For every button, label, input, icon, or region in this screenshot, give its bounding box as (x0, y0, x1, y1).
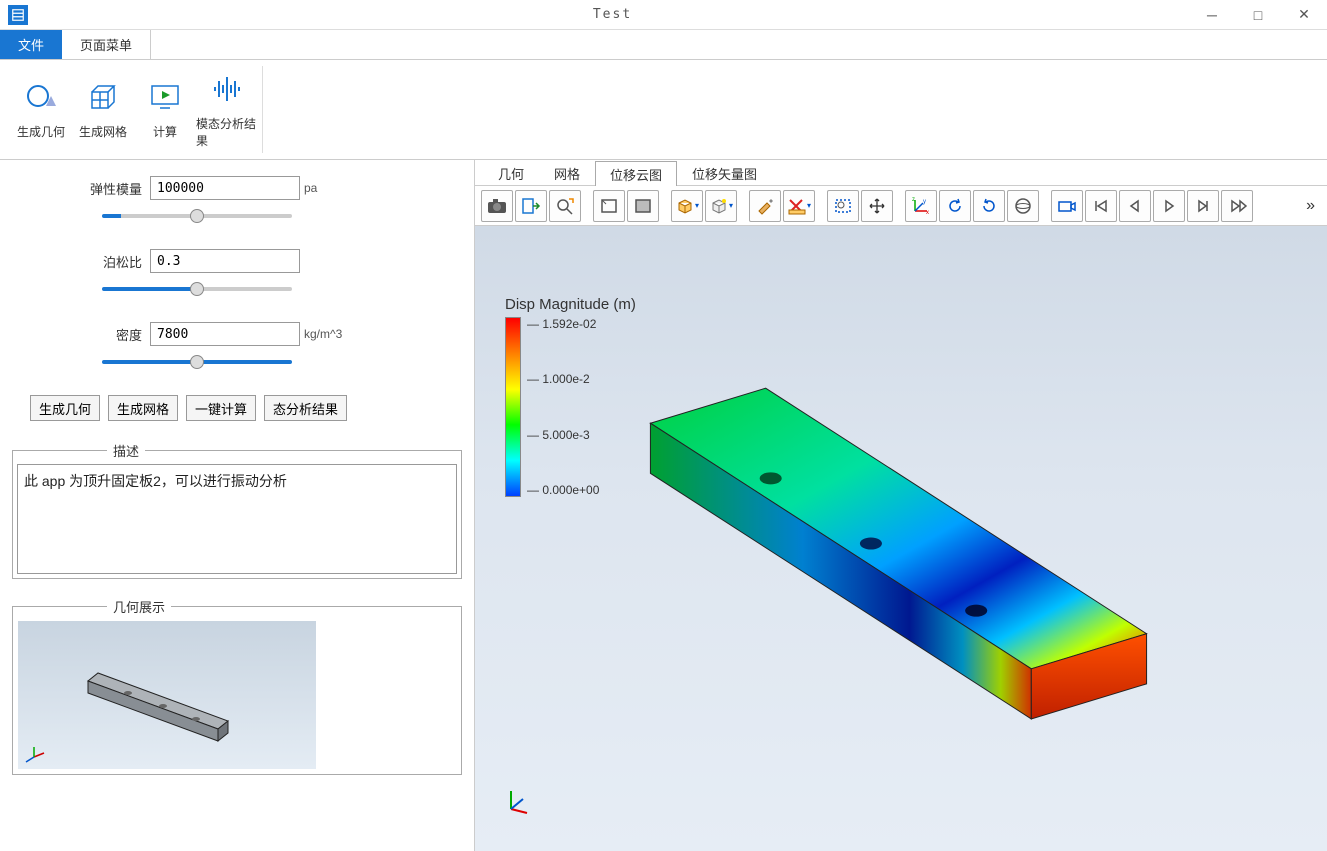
slider-elastic-modulus (10, 206, 464, 221)
tab-disp-vector[interactable]: 位移矢量图 (677, 160, 772, 185)
left-panel: 弹性模量 pa 泊松比 密度 kg/m^3 生成几何 生成网格 一键计算 态分析 (0, 160, 475, 851)
param-row-poisson: 泊松比 (10, 249, 464, 273)
ribbon-label: 计算 (153, 123, 177, 140)
ribbon-label: 生成网格 (79, 123, 127, 140)
maximize-button[interactable]: □ (1235, 0, 1281, 30)
modal-button[interactable]: 态分析结果 (264, 395, 347, 421)
play-icon[interactable] (1153, 190, 1185, 222)
slider-density (10, 352, 464, 367)
next-frame-icon[interactable] (1187, 190, 1219, 222)
param-label: 弹性模量 (90, 179, 150, 198)
tab-disp-contour[interactable]: 位移云图 (595, 161, 677, 186)
first-frame-icon[interactable] (1085, 190, 1117, 222)
export-icon[interactable] (515, 190, 547, 222)
elastic-modulus-slider[interactable] (102, 214, 292, 218)
gen-mesh-button[interactable]: 生成网格 (108, 395, 178, 421)
sphere-icon[interactable] (1007, 190, 1039, 222)
select-box-icon[interactable] (593, 190, 625, 222)
sphere-triangle-icon (24, 79, 58, 115)
compute-button[interactable]: 一键计算 (186, 395, 256, 421)
ribbon-divider (262, 66, 263, 153)
ribbon-compute[interactable]: 计算 (134, 66, 196, 153)
clean-brush-icon[interactable] (749, 190, 781, 222)
gen-geom-button[interactable]: 生成几何 (30, 395, 100, 421)
window-title: Test (36, 7, 1189, 22)
description-fieldset: 描述 此 app 为顶升固定板2，可以进行振动分析 (12, 441, 462, 579)
rotate-ccw-icon[interactable] (939, 190, 971, 222)
ribbon-toolbar: 生成几何 生成网格 计算 模态分析结果 (0, 60, 1327, 160)
param-row-density: 密度 kg/m^3 (10, 322, 464, 346)
elastic-modulus-input[interactable] (150, 176, 300, 200)
iso-cube-icon[interactable]: ▾ (705, 190, 737, 222)
close-button[interactable]: ✕ (1281, 0, 1327, 30)
action-button-row: 生成几何 生成网格 一键计算 态分析结果 (10, 395, 464, 421)
app-icon (8, 5, 28, 25)
geom-preview-viewport[interactable] (17, 620, 317, 770)
param-unit: kg/m^3 (300, 327, 342, 341)
record-icon[interactable] (1051, 190, 1083, 222)
poisson-ratio-input[interactable] (150, 249, 300, 273)
orientation-triad (503, 787, 533, 817)
ribbon-gen-mesh[interactable]: 生成网格 (72, 66, 134, 153)
toolbar-overflow-icon[interactable]: » (1300, 197, 1321, 215)
tab-mesh[interactable]: 网格 (539, 160, 595, 185)
last-frame-icon[interactable] (1221, 190, 1253, 222)
svg-text:x: x (926, 210, 929, 215)
ribbon-gen-geom[interactable]: 生成几何 (10, 66, 72, 153)
ribbon-label: 生成几何 (17, 123, 65, 140)
description-text: 此 app 为顶升固定板2，可以进行振动分析 (17, 464, 457, 574)
viewport-toolbar: ▾ ▾ ▾ z xy » (475, 186, 1327, 226)
waveform-icon (210, 71, 244, 107)
rotate-cw-icon[interactable] (973, 190, 1005, 222)
select-face-icon[interactable] (627, 190, 659, 222)
density-slider[interactable] (102, 360, 292, 364)
description-legend: 描述 (107, 441, 145, 460)
result-model (475, 226, 1327, 851)
param-row-elastic-modulus: 弹性模量 pa (10, 176, 464, 200)
ribbon-modal-result[interactable]: 模态分析结果 (196, 66, 258, 153)
tab-geometry[interactable]: 几何 (483, 160, 539, 185)
prev-frame-icon[interactable] (1119, 190, 1151, 222)
ribbon-label: 模态分析结果 (196, 115, 258, 149)
play-screen-icon (148, 79, 182, 115)
camera-icon[interactable] (481, 190, 513, 222)
dashed-box-icon[interactable] (827, 190, 859, 222)
main-area: 弹性模量 pa 泊松比 密度 kg/m^3 生成几何 生成网格 一键计算 态分析 (0, 160, 1327, 851)
minimize-button[interactable]: ─ (1189, 0, 1235, 30)
poisson-ratio-slider[interactable] (102, 287, 292, 291)
tab-file[interactable]: 文件 (0, 30, 62, 59)
tab-page-menu[interactable]: 页面菜单 (62, 30, 151, 59)
geom-display-legend: 几何展示 (107, 597, 171, 616)
view-tabs: 几何 网格 位移云图 位移矢量图 (475, 160, 1327, 186)
title-bar: Test ─ □ ✕ (0, 0, 1327, 30)
view-cube-icon[interactable]: ▾ (671, 190, 703, 222)
geom-display-fieldset: 几何展示 (12, 597, 462, 775)
param-label: 密度 (90, 325, 150, 344)
param-unit: pa (300, 181, 317, 195)
cube-mesh-icon (86, 79, 120, 115)
svg-text:y: y (923, 199, 926, 205)
density-input[interactable] (150, 322, 300, 346)
menu-tabs: 文件 页面菜单 (0, 30, 1327, 60)
move-icon[interactable] (861, 190, 893, 222)
right-panel: 几何 网格 位移云图 位移矢量图 ▾ ▾ ▾ z xy (475, 160, 1327, 851)
zoom-fit-icon[interactable] (549, 190, 581, 222)
3d-viewport[interactable]: Disp Magnitude (m) 1.592e-02 1.000e-2 5.… (475, 226, 1327, 851)
svg-text:z: z (912, 197, 915, 203)
axes-icon[interactable]: z xy (905, 190, 937, 222)
slider-poisson (10, 279, 464, 294)
param-label: 泊松比 (90, 252, 150, 271)
ruler-x-icon[interactable]: ▾ (783, 190, 815, 222)
